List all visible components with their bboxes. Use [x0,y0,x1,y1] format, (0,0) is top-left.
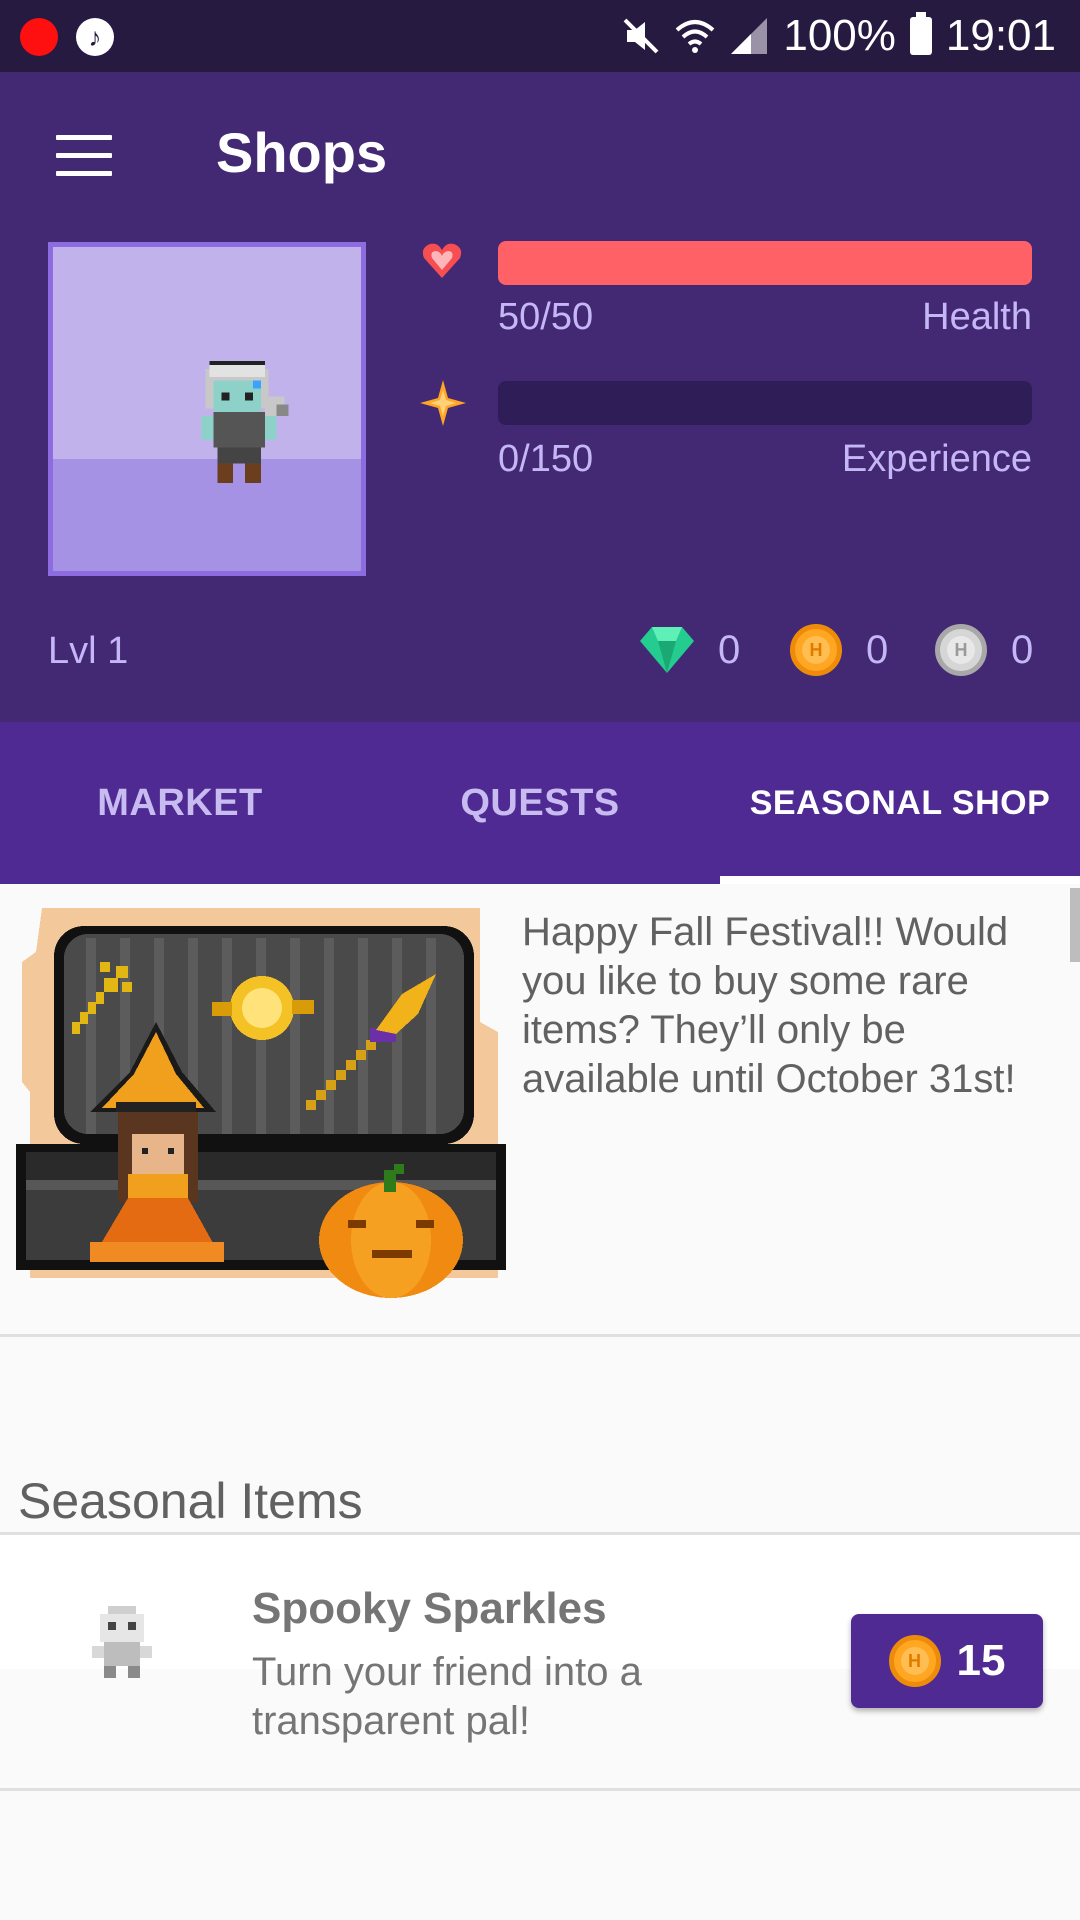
main-content[interactable]: Happy Fall Festival!! Would you like to … [0,884,1080,1920]
battery-icon [909,12,932,55]
gold-coin-icon: H [888,1635,941,1687]
experience-value: 0/150 [498,438,594,480]
gems-value: 0 [718,627,741,672]
scrollbar[interactable] [1070,888,1080,962]
health-value: 50/50 [498,296,594,338]
banner-message: Happy Fall Festival!! Would you like to … [522,910,1016,1101]
experience-star-icon [420,380,466,426]
health-bar-fill [498,241,1032,285]
silver-coin-icon: H [935,624,987,676]
hourglass-value: 0 [1011,627,1034,672]
health-label: Health [922,296,1032,338]
active-tab-indicator [720,876,1080,884]
battery-percent: 100% [783,11,896,60]
mute-icon [621,16,661,56]
buy-button[interactable]: H 15 [851,1614,1043,1708]
gold-coin-icon: H [790,624,842,676]
heart-icon [422,243,462,278]
menu-line [56,153,112,158]
avatar[interactable] [48,242,366,576]
music-note-icon: ♪ [76,18,114,56]
tab-seasonal-shop[interactable]: SEASONAL SHOP [720,722,1080,884]
tab-bar: MARKET QUESTS SEASONAL SHOP [0,722,1080,884]
tab-quests[interactable]: QUESTS [360,722,720,884]
spooky-sparkles-ghost-icon [92,1606,152,1678]
divider [0,1334,1080,1337]
recording-icon [20,18,58,56]
gem-icon [640,627,694,673]
seasonal-shop-banner-image [16,908,506,1298]
avatar-sprite-icon [201,361,289,484]
menu-line [56,171,112,176]
item-name: Spooky Sparkles [252,1584,607,1633]
tab-market[interactable]: MARKET [0,722,360,884]
wifi-icon [675,16,715,56]
tab-seasonal-shop-label: SEASONAL SHOP [749,783,1051,822]
clock: 19:01 [945,11,1056,60]
status-bar: ♪ 100% 19:01 [0,0,1080,72]
signal-icon [729,16,769,56]
experience-bar [498,381,1032,425]
gems-counter: 0 [640,622,740,678]
divider [0,1788,1080,1791]
item-description: Turn your friend into a transparent pal! [252,1650,642,1743]
menu-button[interactable] [56,135,112,176]
health-bar [498,241,1032,285]
hourglass-counter: H 0 [935,622,1033,678]
item-price: 15 [956,1636,1006,1685]
gold-value: 0 [866,627,889,672]
page-title: Shops [216,121,388,184]
section-title: Seasonal Items [18,1473,363,1529]
menu-line [56,135,112,140]
experience-label: Experience [841,438,1032,480]
level-label: Lvl 1 [48,630,129,672]
gold-counter: H 0 [790,622,888,678]
